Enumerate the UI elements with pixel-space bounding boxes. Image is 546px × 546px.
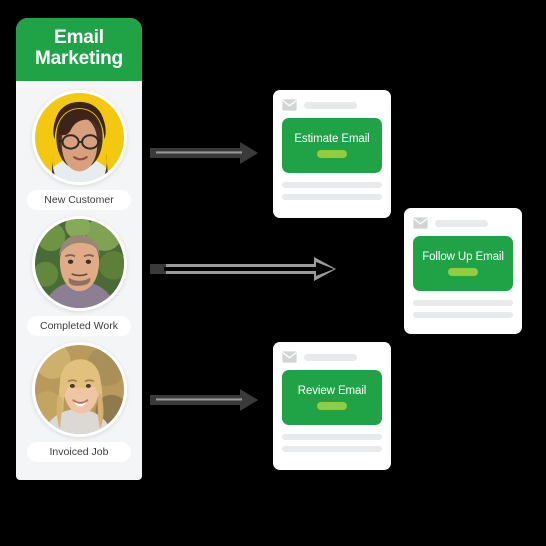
list-item-label: Completed Work (27, 315, 131, 336)
arrow-completed-work-to-followup (150, 255, 338, 283)
email-type-label: Estimate Email (294, 133, 370, 145)
email-card-followup[interactable]: Follow Up Email (404, 208, 522, 334)
list-item-label: Invoiced Job (27, 441, 131, 462)
body-placeholder-line (413, 312, 513, 318)
avatar-completed-work (31, 215, 127, 311)
list-item[interactable]: New Customer (24, 89, 134, 210)
email-type-label: Review Email (297, 385, 367, 397)
card-header (282, 99, 382, 111)
cta-pill[interactable] (448, 268, 478, 276)
avatar-new-customer (31, 89, 127, 185)
panel-title-line-1: Email (54, 27, 104, 48)
arrow-invoiced-job-to-review (150, 387, 260, 413)
email-card-review[interactable]: Review Email (273, 342, 391, 470)
card-header (282, 351, 382, 363)
arrow-new-customer-to-estimate (150, 140, 260, 166)
email-marketing-flow-diagram: Email Marketing New Customer Completed W… (0, 0, 546, 546)
list-item[interactable]: Invoiced Job (24, 341, 134, 462)
list-item-label: New Customer (27, 189, 131, 210)
subject-placeholder (435, 219, 488, 227)
body-placeholder-line (282, 182, 382, 188)
email-type-block[interactable]: Estimate Email (282, 118, 382, 173)
subject-placeholder (304, 353, 357, 361)
list-item[interactable]: Completed Work (24, 215, 134, 336)
subject-placeholder (304, 101, 357, 109)
envelope-icon (413, 217, 428, 229)
card-body-placeholders (413, 300, 513, 318)
envelope-icon (282, 351, 297, 363)
avatar-invoiced-job (31, 341, 127, 437)
card-body-placeholders (282, 434, 382, 452)
body-placeholder-line (282, 434, 382, 440)
panel-header: Email Marketing (16, 18, 142, 81)
email-marketing-panel: Email Marketing New Customer Completed W… (16, 18, 142, 480)
contact-list: New Customer Completed Work Invoiced Job (16, 81, 142, 476)
email-type-block[interactable]: Follow Up Email (413, 236, 513, 291)
body-placeholder-line (282, 194, 382, 200)
card-body-placeholders (282, 182, 382, 200)
email-type-label: Follow Up Email (422, 251, 504, 263)
envelope-icon (282, 99, 297, 111)
body-placeholder-line (413, 300, 513, 306)
cta-pill[interactable] (317, 402, 347, 410)
cta-pill[interactable] (317, 150, 347, 158)
email-card-estimate[interactable]: Estimate Email (273, 90, 391, 218)
body-placeholder-line (282, 446, 382, 452)
panel-title-line-2: Marketing (35, 48, 123, 70)
email-type-block[interactable]: Review Email (282, 370, 382, 425)
card-header (413, 217, 513, 229)
